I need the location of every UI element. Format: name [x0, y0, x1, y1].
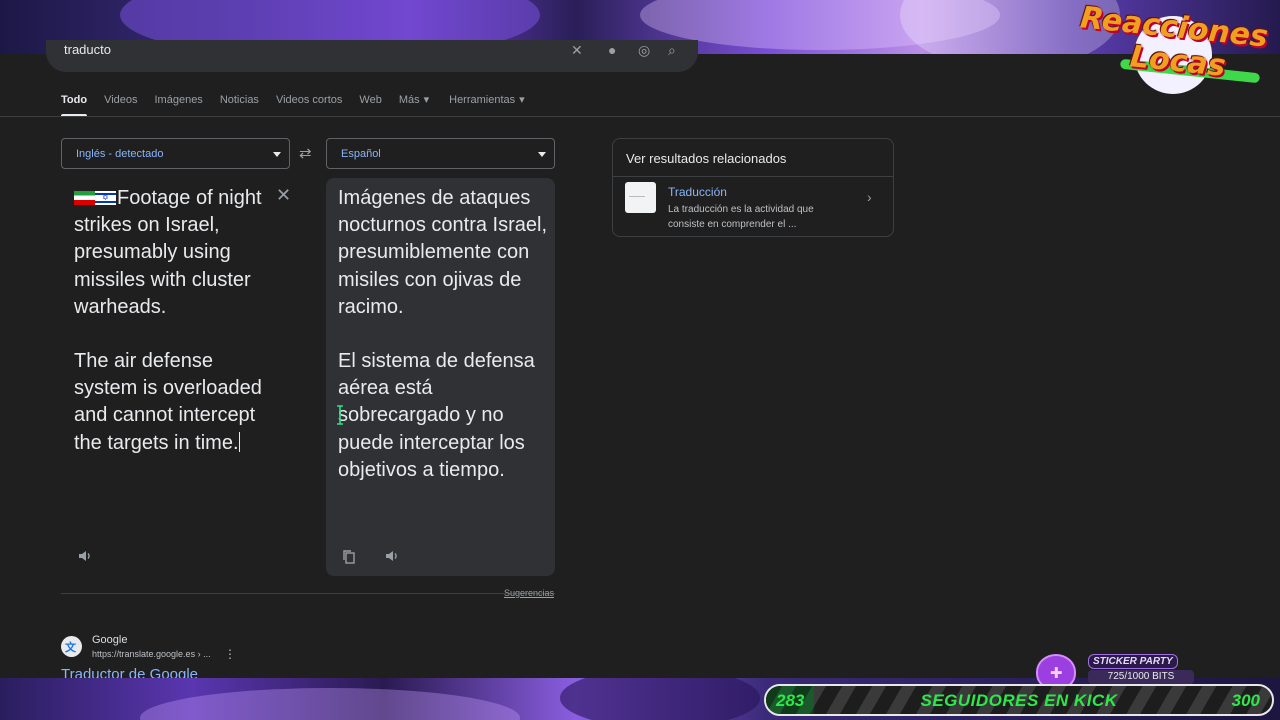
tab-imagenes[interactable]: Imágenes	[155, 92, 203, 114]
banner-decoration	[560, 678, 760, 720]
source-paragraph-1: Footage of night strikes on Israel, pres…	[74, 187, 262, 318]
related-results-panel: Ver resultados relacionados Traducción L…	[612, 138, 894, 237]
tab-mas-caret-icon[interactable]: ▾	[424, 92, 430, 114]
search-bar[interactable]: traducto ✕ ● ◎ ⌕	[46, 40, 698, 72]
banner-decoration	[140, 688, 520, 720]
source-speaker-icon[interactable]	[77, 548, 93, 569]
chevron-right-icon[interactable]: ›	[867, 189, 872, 205]
related-item-link[interactable]: Traducción	[668, 185, 727, 199]
lens-search-icon[interactable]: ◎	[638, 42, 650, 59]
result-url[interactable]: https://translate.google.es › ...	[92, 649, 211, 659]
text-cursor	[238, 431, 240, 452]
copy-icon[interactable]	[342, 549, 356, 570]
search-input[interactable]: traducto	[64, 42, 111, 57]
tab-todo[interactable]: Todo	[61, 92, 87, 114]
israel-flag-icon: ✡	[95, 191, 116, 205]
follower-goal-bar: 283 SEGUIDORES EN KICK 300	[764, 684, 1274, 716]
follower-goal-max: 300	[1231, 691, 1260, 710]
target-language-label: Español	[341, 148, 381, 160]
translator-divider	[61, 593, 555, 594]
target-language-select[interactable]: Español	[326, 138, 555, 169]
suggestions-link[interactable]: Sugerencias	[504, 588, 554, 598]
clear-text-icon[interactable]: ✕	[276, 185, 291, 206]
related-item-description: La traducción es la actividad que consis…	[668, 204, 814, 230]
sticker-party-widget: ✚ STICKER PARTY 725/1000 BITS	[1036, 654, 1196, 690]
target-paragraph-1: Imágenes de ataques nocturnos contra Isr…	[338, 187, 547, 318]
tab-mas[interactable]: Más	[399, 92, 420, 114]
tab-herramientas-caret-icon[interactable]: ▾	[519, 92, 525, 114]
related-item-thumbnail[interactable]	[625, 182, 656, 213]
source-text-input[interactable]: ✡ Footage of night strikes on Israel, pre…	[74, 185, 274, 484]
sticker-party-label: STICKER PARTY	[1088, 654, 1178, 669]
source-language-label: Inglés - detectado	[76, 148, 164, 160]
follower-goal-label: SEGUIDORES EN KICK	[920, 691, 1118, 710]
target-speaker-icon[interactable]	[384, 548, 400, 569]
result-site-name[interactable]: Google	[92, 634, 127, 646]
channel-logo: Reacciones Locas	[1079, 0, 1270, 100]
tab-videos[interactable]: Videos	[104, 92, 137, 114]
swap-languages-icon[interactable]: ⇄	[299, 144, 312, 162]
tab-herramientas[interactable]: Herramientas	[449, 92, 515, 114]
result-favicon: 文	[61, 636, 82, 657]
translation-output-text: Imágenes de ataques nocturnos contra Isr…	[338, 185, 548, 511]
mouse-ibeam-cursor-icon	[336, 405, 344, 425]
related-divider	[613, 176, 893, 177]
dropdown-caret-icon	[538, 152, 546, 157]
tab-noticias[interactable]: Noticias	[220, 92, 259, 114]
clear-search-icon[interactable]: ✕	[571, 42, 583, 59]
dropdown-caret-icon	[273, 152, 281, 157]
voice-search-icon[interactable]: ●	[608, 42, 616, 58]
source-paragraph-2: The air defense system is overloaded and…	[74, 350, 262, 454]
tab-videos-cortos[interactable]: Videos cortos	[276, 92, 342, 114]
search-icon[interactable]: ⌕	[668, 42, 676, 59]
search-tabs: Todo Videos Imágenes Noticias Videos cor…	[61, 92, 542, 114]
related-results-title: Ver resultados relacionados	[626, 151, 787, 166]
target-paragraph-2: El sistema de defensa aérea está sobreca…	[338, 350, 535, 481]
iran-flag-icon	[74, 191, 95, 205]
tabs-divider	[0, 116, 1280, 117]
tab-web[interactable]: Web	[359, 92, 381, 114]
source-language-select[interactable]: Inglés - detectado	[61, 138, 290, 169]
more-options-icon[interactable]: ⋮	[224, 647, 236, 661]
sticker-bits-counter: 725/1000 BITS	[1088, 670, 1194, 684]
